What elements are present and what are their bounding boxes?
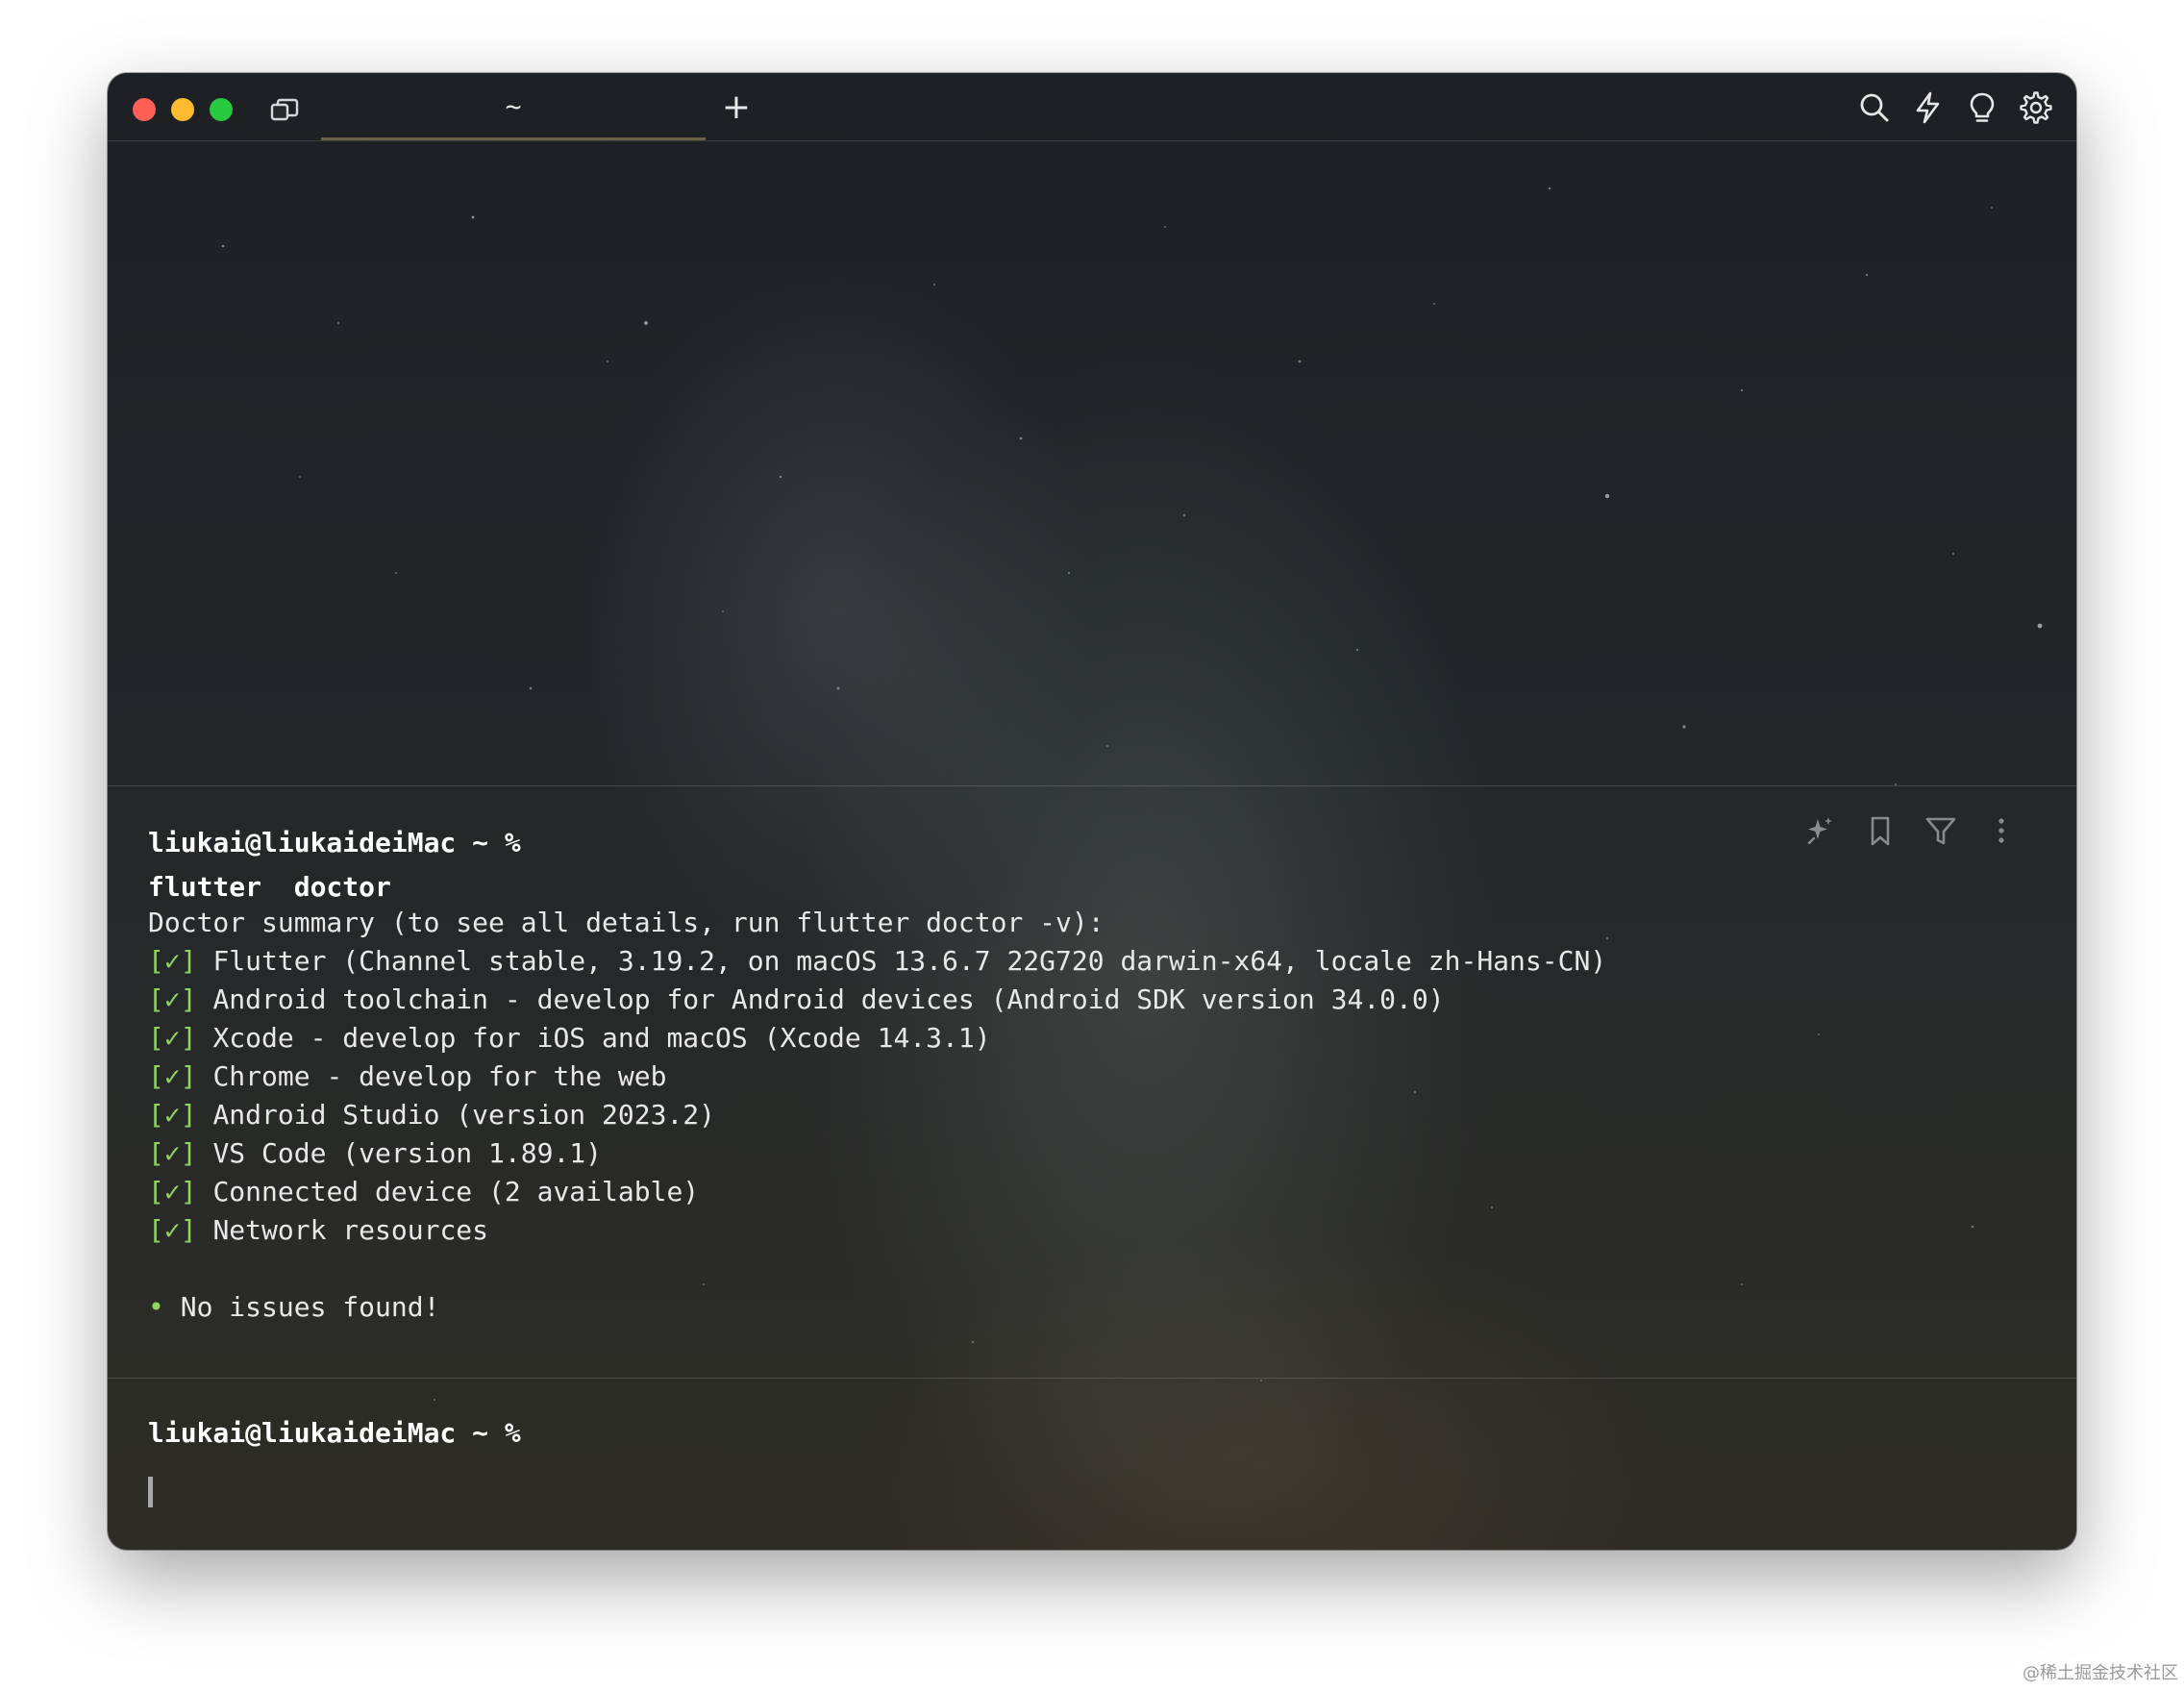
current-prompt: liukai@liukaideiMac ~ % bbox=[148, 1417, 521, 1449]
check-line: [✓] Xcode - develop for iOS and macOS (X… bbox=[148, 1019, 991, 1058]
filter-icon[interactable] bbox=[1923, 813, 1958, 848]
check-mark: [✓] bbox=[148, 1060, 197, 1092]
command-prompt: liukai@liukaideiMac ~ % bbox=[148, 827, 521, 858]
result-line: • No issues found! bbox=[148, 1288, 439, 1327]
check-line: [✓] Connected device (2 available) bbox=[148, 1173, 699, 1211]
check-text: VS Code (version 1.89.1) bbox=[212, 1137, 603, 1169]
check-line: [✓] Chrome - develop for the web bbox=[148, 1058, 666, 1096]
title-bar: ~ + bbox=[108, 73, 2076, 141]
check-text: Network resources bbox=[212, 1214, 489, 1246]
check-mark: [✓] bbox=[148, 1176, 197, 1207]
more-vertical-icon[interactable] bbox=[1984, 813, 2019, 848]
gear-icon[interactable] bbox=[2019, 90, 2053, 125]
tab-label: ~ bbox=[505, 90, 522, 122]
check-text: Android Studio (version 2023.2) bbox=[212, 1099, 716, 1131]
new-tab-button[interactable]: + bbox=[719, 90, 754, 125]
check-mark: [✓] bbox=[148, 1137, 197, 1169]
bullet-icon: • bbox=[148, 1291, 164, 1323]
starfield-background bbox=[221, 187, 2043, 1402]
check-line: [✓] Flutter (Channel stable, 3.19.2, on … bbox=[148, 942, 1606, 981]
check-text: Connected device (2 available) bbox=[212, 1176, 700, 1207]
tabs-panel-icon[interactable] bbox=[269, 96, 300, 123]
check-mark: [✓] bbox=[148, 1214, 197, 1246]
check-text: Flutter (Channel stable, 3.19.2, on macO… bbox=[212, 945, 1607, 977]
sparkle-icon[interactable] bbox=[1802, 813, 1837, 848]
check-mark: [✓] bbox=[148, 1022, 197, 1054]
minimize-window-button[interactable] bbox=[171, 98, 194, 121]
check-line: [✓] Android toolchain - develop for Andr… bbox=[148, 981, 1445, 1019]
check-line: [✓] Android Studio (version 2023.2) bbox=[148, 1096, 715, 1134]
active-tab-indicator bbox=[321, 137, 706, 140]
check-mark: [✓] bbox=[148, 1099, 197, 1131]
block-divider bbox=[108, 1378, 2076, 1379]
page: ~ + liukai@liukaideiMac ~ % flutter doct… bbox=[0, 0, 2184, 1692]
check-text: Xcode - develop for iOS and macOS (Xcode… bbox=[212, 1022, 991, 1054]
tab-home[interactable]: ~ bbox=[321, 73, 706, 140]
bolt-icon[interactable] bbox=[1911, 90, 1946, 125]
search-icon[interactable] bbox=[1857, 90, 1892, 125]
check-line: [✓] Network resources bbox=[148, 1211, 488, 1250]
output-summary: Doctor summary (to see all details, run … bbox=[148, 907, 1104, 938]
watermark: @稀土掘金技术社区 bbox=[2023, 1663, 2178, 1683]
input-cursor[interactable] bbox=[148, 1477, 153, 1507]
close-window-button[interactable] bbox=[133, 98, 156, 121]
result-text: No issues found! bbox=[180, 1291, 440, 1323]
check-line: [✓] VS Code (version 1.89.1) bbox=[148, 1134, 602, 1173]
block-actions-bar bbox=[1781, 813, 2019, 852]
block-divider bbox=[108, 785, 2076, 786]
check-text: Chrome - develop for the web bbox=[212, 1060, 667, 1092]
bookmark-icon[interactable] bbox=[1863, 813, 1898, 848]
lightbulb-icon[interactable] bbox=[1965, 90, 1999, 125]
check-mark: [✓] bbox=[148, 945, 197, 977]
check-text: Android toolchain - develop for Android … bbox=[212, 983, 1445, 1015]
check-mark: [✓] bbox=[148, 983, 197, 1015]
terminal-window: ~ + liukai@liukaideiMac ~ % flutter doct… bbox=[108, 73, 2076, 1550]
maximize-window-button[interactable] bbox=[210, 98, 233, 121]
command-text: flutter doctor bbox=[148, 871, 391, 903]
